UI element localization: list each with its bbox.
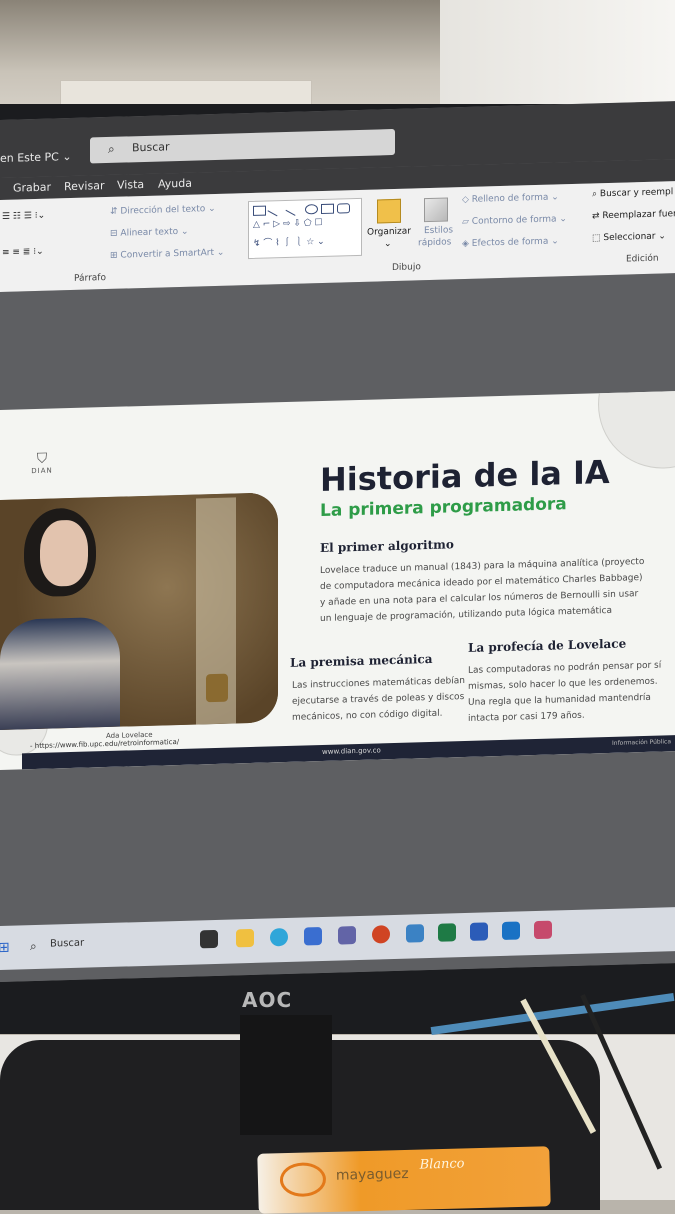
quick-styles-icon[interactable] [424,197,448,223]
footer-info: Información Pública [612,738,672,747]
dian-logo-text: DIAN [31,466,53,476]
section3-body[interactable]: Las computadoras no podrán pensar por sí… [468,657,673,727]
shape-line-icon[interactable] [285,202,300,216]
find-button[interactable]: ⌕ Buscar y reempl [592,187,673,199]
file-explorer-icon[interactable] [236,928,254,948]
excel-icon[interactable] [438,923,456,942]
paragraph-group-label: Párrafo [74,273,106,284]
notepad-icon[interactable] [406,924,424,943]
align-buttons-icon[interactable]: ≡ ≡ ≣ ⁝⌄ [2,247,44,258]
search-icon: ⌕ [108,141,115,156]
tab-ayuda[interactable]: Ayuda [158,177,192,191]
location-label[interactable]: en Este PC ⌄ [0,150,72,165]
section2-body[interactable]: Las instrucciones matemáticas debían eje… [292,673,472,726]
quick-styles-label-1[interactable]: Estilos [424,225,453,236]
section1-body[interactable]: Lovelace traduce un manual (1843) para l… [320,554,650,627]
organize-button-label[interactable]: Organizar [367,227,411,238]
shape-outline-button[interactable]: ▱ Contorno de forma ⌄ [462,214,567,227]
word-icon[interactable] [470,922,488,941]
chevron-down-icon: ⌄ [62,150,72,164]
slide-title[interactable]: Historia de la IA [320,453,610,499]
chevron-down-icon: ⌄ [384,239,392,250]
shape-rectangle-icon[interactable] [321,203,334,215]
section3-heading[interactable]: La profecía de Lovelace [468,637,626,655]
portrait-clock [206,673,228,703]
snack-wrapper: mayaguez Blanco [257,1146,551,1214]
section1-heading[interactable]: El primer algoritmo [320,537,454,555]
shape-fill-button[interactable]: ◇ Relleno de forma ⌄ [462,192,559,205]
monitor-screen: en Este PC ⌄ ⌕ Buscar Grabar Revisar Vis… [0,101,675,982]
text-direction-button[interactable]: ⇵ Dirección del texto ⌄ [110,204,216,217]
dian-emblem-icon: ⛉ [36,450,48,467]
footer-url: www.dian.gov.co [322,746,381,757]
organize-icon[interactable] [377,198,401,224]
snack-logo-icon [279,1162,327,1198]
portrait-dress [0,616,120,730]
indent-buttons-icon[interactable]: ☰ ☷ ☰ ⁝⌄ [2,211,45,222]
quick-styles-label-2[interactable]: rápidos [418,237,451,248]
editing-group-label: Edición [626,253,659,265]
search-placeholder: Buscar [132,140,170,155]
task-view-icon[interactable] [200,929,218,949]
location-text: en Este PC [0,150,59,165]
window-light [440,0,675,110]
drawing-group-label: Dibujo [392,262,421,274]
edge-icon[interactable] [270,927,288,947]
convert-smartart-button[interactable]: ⊞ Convertir a SmartArt ⌄ [110,248,224,261]
powerpoint-icon[interactable] [372,925,390,944]
snack-flavor: Blanco [419,1156,465,1173]
monitor-brand-logo: AOC [242,988,293,1012]
store-icon[interactable] [304,927,322,946]
snipping-tool-icon[interactable] [534,920,552,940]
shape-oval-icon[interactable] [305,204,318,215]
section2-heading[interactable]: La premisa mecánica [290,652,432,670]
windows-start-icon[interactable]: ⊞ [0,940,10,956]
tab-revisar[interactable]: Revisar [64,179,104,193]
monitor-stand-neck [240,1015,332,1135]
search-input[interactable]: ⌕ Buscar [90,128,395,164]
taskbar-search-label[interactable]: Buscar [50,938,84,950]
shape-row2-icon[interactable]: △ ⌐ ▷ ⇨ ⇩ ⬠ ☐ [253,218,323,230]
dian-logo: ⛉ DIAN [24,450,60,475]
tab-grabar[interactable]: Grabar [13,181,51,195]
shape-rounded-rect-icon[interactable] [337,203,350,214]
shape-textbox-icon[interactable] [253,205,266,216]
teams-icon[interactable] [338,926,356,945]
replace-button[interactable]: ⇄ Reemplazar fuer [592,209,675,221]
search-icon[interactable]: ⌕ [30,939,37,954]
slide-canvas[interactable]: ⛉ DIAN Ada Lovelace Historia de la IA La… [0,391,675,770]
align-text-button[interactable]: ⊟ Alinear texto ⌄ [110,227,189,239]
slide-subtitle[interactable]: La primera programadora [320,494,567,521]
ada-lovelace-portrait[interactable] [0,492,278,730]
shape-row3-icon[interactable]: ↯ ⌒ ⌇ ⎰ ⎱ ☆ ⌄ [253,234,325,249]
outlook-icon[interactable] [502,921,520,940]
shapes-gallery[interactable]: △ ⌐ ▷ ⇨ ⇩ ⬠ ☐ ↯ ⌒ ⌇ ⎰ ⎱ ☆ ⌄ [248,197,362,260]
shape-line-icon[interactable] [267,203,282,217]
tab-vista[interactable]: Vista [117,178,144,192]
shape-effects-button[interactable]: ◈ Efectos de forma ⌄ [462,236,559,249]
select-button[interactable]: ⬚ Seleccionar ⌄ [592,231,666,243]
portrait-face [40,519,88,587]
snack-brand: mayaguez [335,1165,409,1184]
